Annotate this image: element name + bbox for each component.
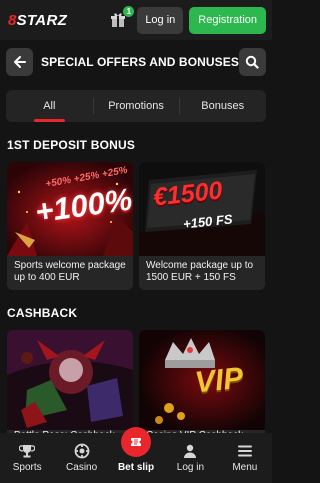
gift-badge: 1 (123, 6, 135, 17)
nav-casino[interactable]: Casino (54, 433, 108, 483)
nav-sports[interactable]: Sports (0, 433, 54, 483)
filter-tabs: All Promotions Bonuses (6, 90, 266, 122)
tab-all[interactable]: All (6, 90, 93, 122)
offer-card-sports-welcome[interactable]: +50% +25% +25% +100% Sports welcome pack… (7, 162, 133, 290)
offer-card-battle-pass[interactable]: Battle Pass: Cashback (7, 330, 133, 440)
nav-bet-slip-label: Bet slip (117, 462, 155, 473)
nav-casino-label: Casino (66, 462, 98, 473)
ticket-icon (131, 438, 142, 446)
arrow-left-icon (13, 56, 26, 68)
search-icon (246, 55, 260, 69)
logo[interactable]: 8 STARZ (8, 12, 67, 29)
page-title: SPECIAL OFFERS AND BONUSES (41, 55, 239, 69)
welcome-package-caption: Welcome package up to 1500 EUR + 150 FS (139, 256, 265, 290)
login-button[interactable]: Log in (137, 6, 184, 34)
nav-menu[interactable]: Menu (218, 433, 272, 483)
registration-button[interactable]: Registration (189, 6, 266, 34)
nav-login[interactable]: Log in (163, 433, 217, 483)
logo-prefix: 8 (8, 11, 17, 29)
tab-bonuses[interactable]: Bonuses (179, 90, 266, 122)
menu-icon (237, 445, 252, 457)
page-title-bar: SPECIAL OFFERS AND BONUSES (0, 46, 272, 78)
battle-pass-banner (7, 330, 133, 430)
trophy-icon (19, 445, 36, 458)
nav-bet-slip[interactable]: Bet slip (109, 427, 163, 483)
back-button[interactable] (6, 48, 34, 76)
search-button[interactable] (238, 48, 266, 76)
section-title-deposit: 1ST DEPOSIT BONUS (7, 138, 136, 152)
nav-menu-label: Menu (232, 462, 258, 473)
user-icon (184, 444, 197, 458)
casino-vip-art-text: VIP (193, 361, 245, 400)
top-header: 8 STARZ 1 Log in Registration (0, 0, 272, 40)
bottom-navigation: Sports Casino Bet slip Log in Menu (0, 427, 272, 483)
offer-card-welcome-package[interactable]: €1500 +150 FS Welcome package up to 1500… (139, 162, 265, 290)
gift-button[interactable]: 1 (107, 6, 135, 32)
tab-promotions[interactable]: Promotions (92, 90, 180, 122)
bet-slip-circle (121, 427, 152, 457)
offer-card-casino-vip[interactable]: VIP Casino VIP Cashback (139, 330, 265, 440)
chip-icon (74, 443, 90, 459)
sports-welcome-caption: Sports welcome package up to 400 EUR (7, 256, 133, 290)
nav-login-label: Log in (176, 462, 205, 473)
nav-sports-label: Sports (12, 462, 42, 473)
logo-text: STARZ (16, 11, 68, 29)
section-title-cashback: CASHBACK (7, 306, 78, 320)
